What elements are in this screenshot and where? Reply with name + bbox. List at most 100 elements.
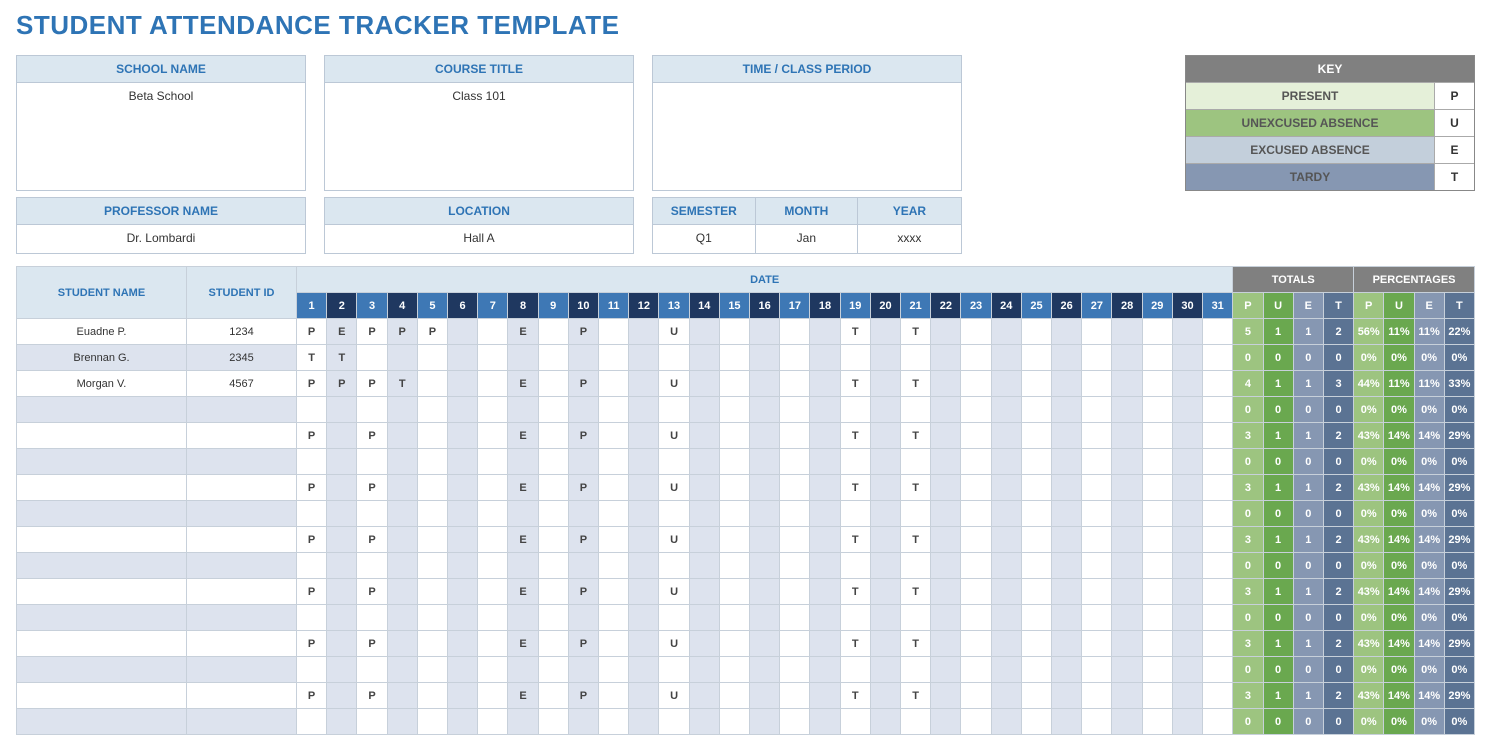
attendance-cell[interactable] bbox=[448, 683, 478, 709]
attendance-cell[interactable] bbox=[1021, 683, 1051, 709]
attendance-cell[interactable]: T bbox=[901, 423, 931, 449]
attendance-cell[interactable] bbox=[931, 319, 961, 345]
attendance-cell[interactable] bbox=[870, 475, 900, 501]
attendance-cell[interactable] bbox=[387, 553, 417, 579]
attendance-cell[interactable] bbox=[1112, 527, 1142, 553]
attendance-cell[interactable] bbox=[870, 397, 900, 423]
attendance-cell[interactable] bbox=[568, 605, 598, 631]
attendance-cell[interactable] bbox=[719, 475, 749, 501]
attendance-cell[interactable]: U bbox=[659, 475, 689, 501]
attendance-cell[interactable] bbox=[750, 371, 780, 397]
attendance-cell[interactable] bbox=[719, 501, 749, 527]
attendance-cell[interactable] bbox=[961, 683, 991, 709]
attendance-cell[interactable] bbox=[1172, 475, 1202, 501]
attendance-cell[interactable]: T bbox=[840, 371, 870, 397]
attendance-cell[interactable] bbox=[448, 709, 478, 735]
attendance-cell[interactable] bbox=[1021, 709, 1051, 735]
attendance-cell[interactable] bbox=[1203, 579, 1233, 605]
attendance-cell[interactable] bbox=[931, 449, 961, 475]
attendance-cell[interactable] bbox=[659, 605, 689, 631]
attendance-cell[interactable] bbox=[870, 423, 900, 449]
attendance-cell[interactable] bbox=[931, 553, 961, 579]
attendance-cell[interactable] bbox=[1172, 579, 1202, 605]
attendance-cell[interactable] bbox=[780, 501, 810, 527]
attendance-cell[interactable] bbox=[327, 527, 357, 553]
student-id[interactable] bbox=[187, 475, 297, 501]
attendance-cell[interactable] bbox=[1142, 475, 1172, 501]
attendance-cell[interactable] bbox=[1142, 449, 1172, 475]
attendance-cell[interactable] bbox=[689, 345, 719, 371]
attendance-cell[interactable] bbox=[538, 319, 568, 345]
attendance-cell[interactable]: P bbox=[357, 527, 387, 553]
attendance-cell[interactable] bbox=[629, 631, 659, 657]
attendance-cell[interactable]: E bbox=[508, 319, 538, 345]
attendance-cell[interactable] bbox=[659, 553, 689, 579]
attendance-cell[interactable] bbox=[659, 657, 689, 683]
attendance-cell[interactable] bbox=[327, 397, 357, 423]
attendance-cell[interactable] bbox=[961, 501, 991, 527]
attendance-cell[interactable]: P bbox=[568, 319, 598, 345]
attendance-cell[interactable] bbox=[417, 501, 447, 527]
student-name[interactable] bbox=[17, 657, 187, 683]
attendance-cell[interactable]: P bbox=[568, 371, 598, 397]
attendance-cell[interactable] bbox=[750, 709, 780, 735]
attendance-cell[interactable] bbox=[1112, 371, 1142, 397]
attendance-cell[interactable]: P bbox=[357, 579, 387, 605]
attendance-cell[interactable] bbox=[750, 527, 780, 553]
attendance-cell[interactable] bbox=[780, 397, 810, 423]
attendance-cell[interactable]: P bbox=[297, 683, 327, 709]
attendance-cell[interactable] bbox=[1082, 423, 1112, 449]
attendance-cell[interactable] bbox=[1082, 371, 1112, 397]
attendance-cell[interactable] bbox=[991, 449, 1021, 475]
attendance-cell[interactable] bbox=[357, 449, 387, 475]
attendance-cell[interactable] bbox=[599, 683, 629, 709]
attendance-cell[interactable]: P bbox=[297, 579, 327, 605]
attendance-cell[interactable] bbox=[689, 709, 719, 735]
attendance-cell[interactable] bbox=[1172, 683, 1202, 709]
attendance-cell[interactable] bbox=[599, 527, 629, 553]
attendance-cell[interactable] bbox=[417, 709, 447, 735]
attendance-cell[interactable] bbox=[478, 527, 508, 553]
attendance-cell[interactable] bbox=[508, 345, 538, 371]
attendance-cell[interactable] bbox=[719, 657, 749, 683]
attendance-cell[interactable]: T bbox=[297, 345, 327, 371]
attendance-cell[interactable] bbox=[629, 319, 659, 345]
attendance-cell[interactable] bbox=[991, 709, 1021, 735]
attendance-cell[interactable] bbox=[1082, 553, 1112, 579]
attendance-cell[interactable] bbox=[840, 345, 870, 371]
course-title-value[interactable]: Class 101 bbox=[325, 83, 633, 111]
attendance-cell[interactable] bbox=[931, 397, 961, 423]
student-name[interactable] bbox=[17, 709, 187, 735]
attendance-cell[interactable] bbox=[1172, 709, 1202, 735]
attendance-cell[interactable] bbox=[538, 527, 568, 553]
attendance-cell[interactable]: E bbox=[508, 579, 538, 605]
attendance-cell[interactable]: P bbox=[297, 631, 327, 657]
attendance-cell[interactable] bbox=[931, 501, 961, 527]
attendance-cell[interactable]: U bbox=[659, 371, 689, 397]
attendance-cell[interactable] bbox=[961, 657, 991, 683]
attendance-cell[interactable] bbox=[327, 605, 357, 631]
attendance-cell[interactable] bbox=[1052, 475, 1082, 501]
attendance-cell[interactable] bbox=[810, 345, 840, 371]
attendance-cell[interactable] bbox=[931, 475, 961, 501]
attendance-cell[interactable]: T bbox=[387, 371, 417, 397]
attendance-cell[interactable] bbox=[810, 631, 840, 657]
attendance-cell[interactable] bbox=[870, 501, 900, 527]
attendance-cell[interactable] bbox=[1172, 423, 1202, 449]
school-name-value[interactable]: Beta School bbox=[17, 83, 305, 111]
attendance-cell[interactable] bbox=[689, 319, 719, 345]
attendance-cell[interactable]: U bbox=[659, 527, 689, 553]
attendance-cell[interactable] bbox=[357, 345, 387, 371]
attendance-cell[interactable] bbox=[961, 709, 991, 735]
attendance-cell[interactable] bbox=[599, 501, 629, 527]
attendance-cell[interactable] bbox=[810, 527, 840, 553]
semester-value[interactable]: Q1 bbox=[653, 225, 755, 253]
attendance-cell[interactable] bbox=[689, 397, 719, 423]
attendance-cell[interactable] bbox=[1021, 527, 1051, 553]
attendance-cell[interactable] bbox=[810, 371, 840, 397]
attendance-cell[interactable] bbox=[1203, 449, 1233, 475]
student-name[interactable] bbox=[17, 605, 187, 631]
attendance-cell[interactable] bbox=[568, 397, 598, 423]
attendance-cell[interactable] bbox=[810, 449, 840, 475]
attendance-cell[interactable] bbox=[780, 449, 810, 475]
